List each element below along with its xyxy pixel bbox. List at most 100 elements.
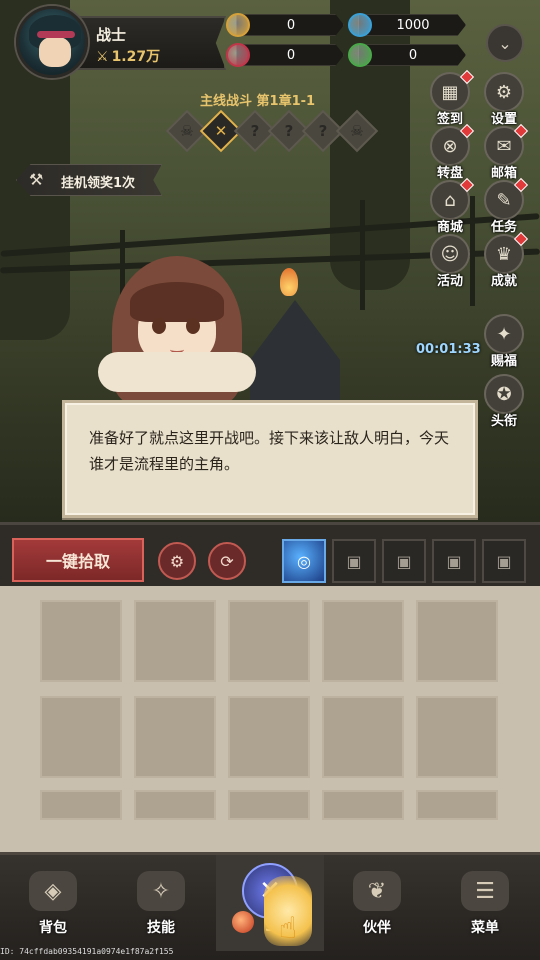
side-button-wheel[interactable]: ⊗ 转盘 <box>428 123 475 184</box>
event-timer: 00:01:33 <box>416 342 481 357</box>
medal-icon: ✪ <box>484 374 524 414</box>
idle-reward-button[interactable]: ⚒ 挂机领奖1次 <box>16 164 162 196</box>
locked-skill-slot[interactable]: ▣ <box>482 539 526 583</box>
side-button-shop[interactable]: ⌂ 商城 <box>428 177 475 238</box>
side-button-event[interactable]: ☺ 活动 <box>428 234 472 292</box>
resource-value: 0 <box>286 48 296 63</box>
resource-ruby[interactable]: 0 <box>236 44 344 66</box>
device-id: ID: 74cffdab09354191a0974e1f87a2f155 <box>0 947 174 956</box>
inventory-slot[interactable] <box>416 696 498 778</box>
inventory-toolbar: 一键拾取 ⚙ ⟳ ◎ ▣ ▣ ▣ ▣ <box>0 522 540 586</box>
resource-value: 0 <box>286 18 296 33</box>
inventory-slot[interactable] <box>322 696 404 778</box>
chevron-down-icon: ⌄ <box>498 33 512 53</box>
event-icon: ☺ <box>430 234 470 274</box>
stage-node-mark: ? <box>250 122 260 140</box>
inventory-slot[interactable] <box>228 696 310 778</box>
stage-node-mark: ? <box>318 122 328 140</box>
inventory-slot[interactable] <box>40 790 122 820</box>
inventory-slot[interactable] <box>416 600 498 682</box>
stage-node: ☠ <box>335 109 379 153</box>
nav-menu[interactable]: ☰ 菜单 <box>440 867 530 947</box>
settings-gear-icon: ⚙ <box>169 551 185 571</box>
side-button-laurel[interactable]: ♛ 成就 <box>482 231 529 292</box>
blessing-icon: ✦ <box>484 314 524 354</box>
torch-flame <box>280 268 298 296</box>
side-button-label: 商城 <box>436 220 463 235</box>
inventory-slot[interactable] <box>134 696 216 778</box>
nav-backpack[interactable]: ◈ 背包 <box>8 867 98 947</box>
resource-gold[interactable]: 0 <box>236 14 344 36</box>
player-profile[interactable]: 战士 ⚔ 1.27万 <box>16 6 226 78</box>
side-button-medal[interactable]: ✪ 头衔 <box>482 374 526 432</box>
bridge-post <box>360 200 365 310</box>
game-screen: 战士 ⚔ 1.27万 0 1000 0 0 ⌄ 主线战斗 第1章1-1 ☠ ✕??? ☠ ⚒… <box>0 0 540 960</box>
gear-icon: ⚙ <box>484 72 524 112</box>
resource-diamond[interactable]: 1000 <box>358 14 466 36</box>
menu-icon: ☰ <box>461 871 509 911</box>
stage-node-mark: ☠ <box>350 122 364 140</box>
lock-icon: ▣ <box>396 551 412 571</box>
inventory-slot[interactable] <box>322 790 404 820</box>
inventory-slot[interactable] <box>134 600 216 682</box>
inventory-slot[interactable] <box>416 790 498 820</box>
side-button-blessing[interactable]: ✦ 赐福 <box>482 314 526 372</box>
nav-wings[interactable]: ❦ 伙伴 <box>332 867 422 947</box>
inventory-area: 一键拾取 ⚙ ⟳ ◎ ▣ ▣ ▣ ▣ <box>0 522 540 852</box>
stage-node-mark: ☠ <box>180 122 194 140</box>
npc-fur-collar <box>98 352 256 392</box>
resource-value: 0 <box>408 48 418 63</box>
nav-label: 背包 <box>39 920 67 936</box>
dialog-box[interactable]: 准备好了就点这里开战吧。接下来该让敌人明白，今天谁才是流程里的主角。 <box>62 400 478 518</box>
player-avatar[interactable] <box>16 6 88 78</box>
lock-icon: ▣ <box>496 551 512 571</box>
power-value: 1.27万 <box>111 49 161 65</box>
auto-battle-icon: ⟳ <box>220 551 234 571</box>
resource-cash[interactable]: 0 <box>358 44 466 66</box>
nav-label: 伙伴 <box>363 920 391 936</box>
tutorial-hand-icon: ☝ <box>264 876 312 946</box>
dark-tower <box>250 300 340 400</box>
side-button-label: 活动 <box>436 274 463 289</box>
side-button-label: 成就 <box>490 274 517 289</box>
stage-node-mark: ✕ <box>214 122 228 140</box>
loot-all-button[interactable]: 一键拾取 <box>12 538 144 582</box>
side-button-calendar[interactable]: ▦ 签到 <box>428 69 475 130</box>
skill-slot[interactable]: ◎ <box>282 539 326 583</box>
inventory-slot[interactable] <box>134 790 216 820</box>
side-button-mail[interactable]: ✉ 邮箱 <box>482 123 529 184</box>
locked-skill-slot[interactable]: ▣ <box>332 539 376 583</box>
auto-battle-button[interactable]: ⟳ <box>208 542 246 580</box>
resource-value: 1000 <box>396 18 430 33</box>
side-button-gear[interactable]: ⚙ 设置 <box>482 72 526 130</box>
player-power: ⚔ 1.27万 <box>96 46 160 66</box>
guide-npc <box>98 256 258 406</box>
locked-skill-slot[interactable]: ▣ <box>432 539 476 583</box>
inventory-slot[interactable] <box>40 600 122 682</box>
gold-coin-icon <box>226 13 250 37</box>
lock-icon: ▣ <box>346 551 362 571</box>
wings-icon: ❦ <box>353 871 401 911</box>
inventory-slot[interactable] <box>228 600 310 682</box>
inventory-slot[interactable] <box>40 696 122 778</box>
side-button-label: 头衔 <box>490 414 517 429</box>
lock-icon: ▣ <box>446 551 462 571</box>
dialog-text: 准备好了就点这里开战吧。接下来该让敌人明白，今天谁才是流程里的主角。 <box>89 429 450 473</box>
inventory-slot[interactable] <box>322 600 404 682</box>
idle-reward-label: 挂机领奖1次 <box>61 176 136 191</box>
side-button-scroll[interactable]: ✎ 任务 <box>482 177 529 238</box>
locked-skill-slot[interactable]: ▣ <box>382 539 426 583</box>
npc-hair <box>130 282 224 322</box>
stage-node-mark: ? <box>284 122 294 140</box>
inventory-slot[interactable] <box>228 790 310 820</box>
nav-skill-book[interactable]: ✧ 技能 <box>116 867 206 947</box>
red-gem-icon <box>226 43 250 67</box>
settings-gear-button[interactable]: ⚙ <box>158 542 196 580</box>
collapse-menu-button[interactable]: ⌄ <box>486 24 524 62</box>
npc-eye <box>152 318 166 334</box>
backpack-icon: ◈ <box>29 871 77 911</box>
blue-gem-icon <box>348 13 372 37</box>
stage-title: 主线战斗 第1章1-1 <box>200 94 316 109</box>
crossed-swords-icon: ⚔ <box>96 49 109 65</box>
money-stack-icon <box>348 43 372 67</box>
